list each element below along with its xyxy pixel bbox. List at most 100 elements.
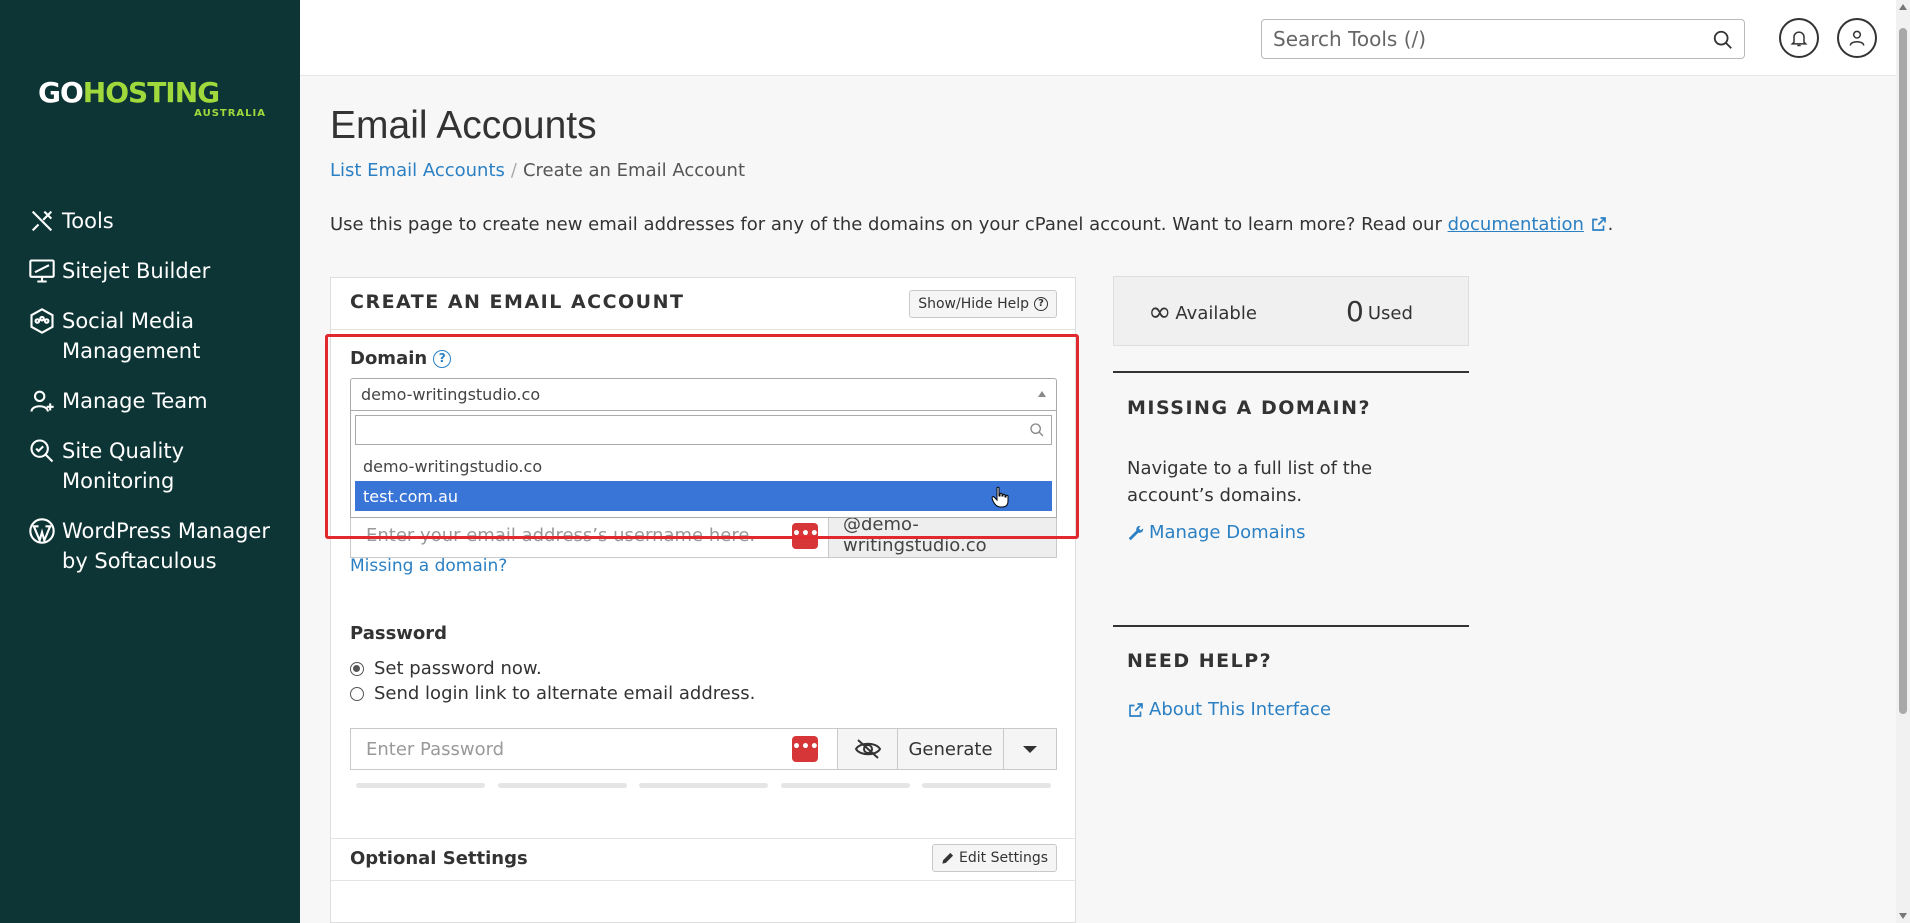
- external-link-icon: [1129, 702, 1143, 717]
- search-input[interactable]: [1262, 20, 1692, 58]
- scroll-down-icon[interactable]: [1899, 913, 1907, 919]
- sidebar-item-label: WordPress Manager by Softaculous: [62, 519, 270, 573]
- sidebar-item-label: Manage Team: [62, 389, 208, 413]
- pencil-icon: [942, 852, 954, 864]
- available-value: ∞: [1148, 294, 1172, 328]
- divider: [331, 880, 1075, 881]
- available-label: Available: [1175, 302, 1257, 324]
- strength-segment: [780, 783, 910, 788]
- page-title: Email Accounts: [330, 104, 597, 147]
- radio-label: Set password now.: [374, 658, 542, 679]
- sidebar-item-tools[interactable]: Tools: [28, 206, 290, 236]
- divider: [331, 838, 1075, 839]
- tools-icon: [28, 206, 62, 236]
- page-scrollbar[interactable]: [1896, 0, 1910, 923]
- missing-domain-title: MISSING A DOMAIN?: [1127, 397, 1372, 419]
- need-help-title: NEED HELP?: [1127, 650, 1273, 672]
- bell-icon: [1790, 31, 1808, 47]
- about-interface-link[interactable]: About This Interface: [1127, 699, 1331, 720]
- documentation-link[interactable]: documentation: [1448, 214, 1584, 235]
- username-row: ••• @demo-writingstudio.co: [350, 512, 1057, 558]
- strength-segment: [356, 783, 485, 788]
- manage-domains-link[interactable]: Manage Domains: [1127, 522, 1305, 543]
- radio-label: Send login link to alternate email addre…: [374, 683, 756, 704]
- external-link-icon: [1591, 217, 1606, 231]
- sidebar-item-label: Sitejet Builder: [62, 259, 211, 283]
- panel-header: CREATE AN EMAIL ACCOUNT Show/Hide Help?: [331, 278, 1075, 330]
- search-icon: [1030, 423, 1044, 437]
- chevron-up-icon: [1038, 391, 1046, 397]
- password-row: ••• Generate: [350, 728, 1057, 770]
- notifications-button[interactable]: [1779, 18, 1819, 58]
- radio-send-login-link[interactable]: Send login link to alternate email addre…: [350, 683, 755, 704]
- domain-option-label: test.com.au: [363, 486, 459, 506]
- sidebar-item-social-media[interactable]: Social Media Management: [28, 306, 290, 366]
- sidebar-item-site-quality[interactable]: Site Quality Monitoring: [28, 436, 290, 496]
- breadcrumb-current: Create an Email Account: [522, 160, 746, 181]
- hand-cursor-icon: [991, 486, 1009, 508]
- show-hide-help-button[interactable]: Show/Hide Help?: [909, 290, 1057, 318]
- user-menu-button[interactable]: [1837, 18, 1877, 58]
- sidebar-item-sitejet[interactable]: Sitejet Builder: [28, 256, 290, 286]
- radio-checked[interactable]: [350, 661, 364, 676]
- username-input[interactable]: [351, 513, 771, 557]
- domain-select[interactable]: demo-writingstudio.co: [350, 378, 1057, 410]
- domain-option-highlighted[interactable]: test.com.au: [355, 481, 1052, 511]
- used-label: Used: [1367, 302, 1413, 324]
- top-header: [300, 0, 1910, 76]
- password-label: Password: [350, 623, 448, 644]
- edit-settings-button[interactable]: Edit Settings: [932, 844, 1057, 872]
- scroll-up-icon[interactable]: [1899, 4, 1907, 10]
- eye-slash-icon: [854, 739, 881, 759]
- toggle-visibility-button[interactable]: [838, 729, 898, 769]
- password-strength-meter: [356, 783, 1051, 788]
- password-input[interactable]: [351, 729, 771, 769]
- breadcrumb-separator: /: [510, 160, 517, 181]
- scroll-thumb[interactable]: [1899, 28, 1907, 714]
- generate-options-button[interactable]: [1004, 729, 1056, 769]
- radio-set-password[interactable]: Set password now.: [350, 658, 542, 679]
- sidebar: GOHOSTING AUSTRALIA Tools Sitejet Builde…: [0, 0, 300, 923]
- generate-button[interactable]: Generate: [898, 729, 1004, 769]
- domain-search-input[interactable]: [356, 416, 996, 444]
- available-stat: ∞ Available: [1114, 295, 1291, 328]
- breadcrumb-link-list[interactable]: List Email Accounts: [330, 160, 505, 181]
- domain-dropdown: demo-writingstudio.co demo-writingstudio…: [350, 378, 1057, 518]
- edit-settings-label: Edit Settings: [959, 850, 1048, 866]
- sidebar-item-manage-team[interactable]: Manage Team: [28, 386, 290, 416]
- domain-dropdown-panel: demo-writingstudio.co test.com.au: [350, 410, 1057, 518]
- domain-suffix: @demo-writingstudio.co: [828, 512, 1057, 558]
- strength-segment: [922, 783, 1051, 788]
- user-icon: [1849, 30, 1865, 46]
- logo-text: GOHOSTING: [38, 78, 268, 108]
- search-icon[interactable]: [1712, 29, 1734, 51]
- sidebar-item-label: Social Media Management: [62, 309, 201, 363]
- used-stat: 0 Used: [1291, 295, 1468, 328]
- panel-title: CREATE AN EMAIL ACCOUNT: [350, 291, 685, 313]
- password-manager-icon[interactable]: •••: [792, 736, 819, 762]
- help-button-label: Show/Hide Help: [918, 296, 1029, 312]
- password-manager-icon[interactable]: •••: [792, 523, 819, 549]
- sidebar-item-wordpress[interactable]: WordPress Manager by Softaculous: [28, 516, 290, 576]
- missing-domain-link[interactable]: Missing a domain?: [350, 556, 507, 576]
- domain-search-box: [355, 415, 1052, 445]
- logo-hosting: HOSTING: [82, 76, 220, 109]
- sidebar-item-label: Site Quality Monitoring: [62, 439, 185, 493]
- wrench-icon: [1128, 525, 1144, 540]
- brand-logo[interactable]: GOHOSTING AUSTRALIA: [38, 78, 268, 120]
- divider: [1113, 625, 1469, 627]
- password-field-wrap: •••: [351, 729, 838, 769]
- search-box: [1261, 19, 1745, 59]
- domain-help-icon[interactable]: ?: [433, 350, 452, 368]
- domain-label: Domain?: [350, 348, 452, 369]
- domain-label-text: Domain: [350, 348, 428, 369]
- radio-unchecked[interactable]: [350, 686, 364, 701]
- breadcrumb: List Email Accounts / Create an Email Acco…: [330, 160, 745, 181]
- logo-go: GO: [38, 76, 84, 109]
- social-icon: [28, 306, 62, 336]
- chevron-down-icon: [1023, 745, 1037, 753]
- search-check-icon: [28, 436, 62, 466]
- strength-segment: [497, 783, 627, 788]
- logo-subtitle: AUSTRALIA: [194, 108, 266, 119]
- domain-option[interactable]: demo-writingstudio.co: [355, 451, 1052, 481]
